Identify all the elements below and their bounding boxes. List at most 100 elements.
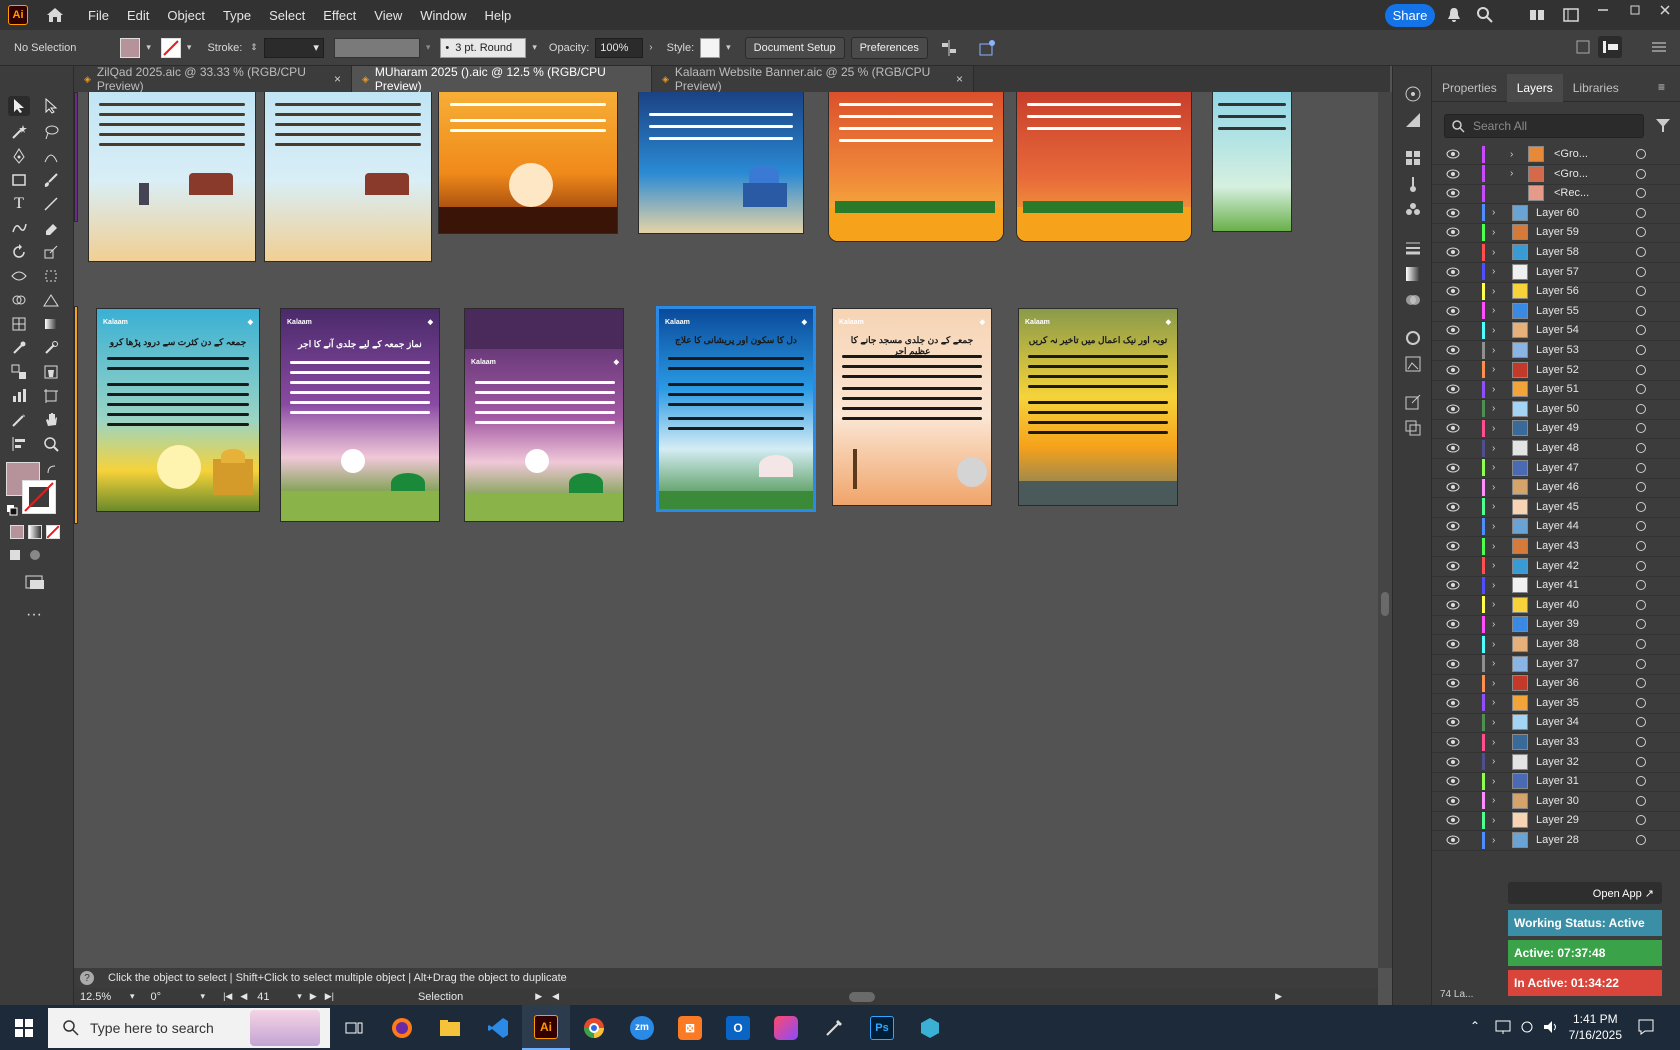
layer-target-icon[interactable] — [1636, 403, 1646, 414]
start-button[interactable] — [0, 1005, 48, 1050]
expand-chevron-icon[interactable]: › — [1492, 815, 1495, 826]
brushes-icon[interactable] — [1403, 174, 1423, 194]
expand-chevron-icon[interactable]: › — [1492, 305, 1495, 316]
layer-target-icon[interactable] — [1636, 345, 1646, 355]
sublayer-row[interactable]: › <Gro... — [1432, 164, 1680, 185]
menu-help[interactable]: Help — [484, 8, 511, 23]
layer-name[interactable]: Layer 44 — [1536, 520, 1579, 532]
tab-kalaam-banner[interactable]: ◈ Kalaam Website Banner.aic @ 25 % (RGB/… — [652, 65, 974, 93]
panel-menu-icon[interactable]: ≡ — [1658, 80, 1665, 94]
expand-chevron-icon[interactable]: › — [1492, 619, 1495, 630]
expand-chevron-icon[interactable]: › — [1492, 364, 1495, 375]
direct-selection-tool-icon[interactable] — [40, 96, 62, 116]
layer-name[interactable]: Layer 57 — [1536, 266, 1579, 278]
swap-fill-stroke-icon[interactable] — [46, 464, 58, 476]
preferences-button[interactable]: Preferences — [850, 36, 928, 59]
layer-target-icon[interactable] — [1636, 658, 1646, 669]
magic-wand-tool-icon[interactable] — [8, 122, 30, 142]
visibility-eye-icon[interactable] — [1446, 737, 1460, 747]
close-window-icon[interactable] — [1658, 3, 1676, 21]
panel-menu-icon[interactable] — [1650, 38, 1668, 56]
layer-name[interactable]: Layer 32 — [1536, 756, 1579, 768]
tab-libraries[interactable]: Libraries — [1563, 74, 1629, 102]
layer-name[interactable]: Layer 59 — [1536, 226, 1579, 238]
visibility-eye-icon[interactable] — [1446, 227, 1460, 237]
expand-chevron-icon[interactable]: › — [1492, 835, 1495, 846]
layer-row[interactable]: › Layer 55 — [1432, 301, 1680, 322]
minimize-window-icon[interactable] — [1596, 3, 1614, 21]
layer-target-icon[interactable] — [1636, 815, 1646, 826]
layer-name[interactable]: <Gro... — [1554, 168, 1588, 180]
recolor-artwork-icon[interactable] — [978, 39, 996, 57]
artboard[interactable] — [264, 92, 432, 262]
visibility-eye-icon[interactable] — [1446, 267, 1460, 277]
expand-chevron-icon[interactable]: › — [1510, 168, 1513, 179]
pen-tool-icon[interactable] — [8, 146, 30, 166]
layer-target-icon[interactable] — [1636, 168, 1646, 179]
expand-chevron-icon[interactable]: › — [1492, 521, 1495, 532]
sync-icon[interactable] — [1518, 1018, 1536, 1036]
draw-behind-icon[interactable] — [28, 548, 44, 562]
layer-row[interactable]: › Layer 58 — [1432, 242, 1680, 263]
layer-target-icon[interactable] — [1636, 247, 1646, 257]
layer-name[interactable]: <Rec... — [1554, 187, 1589, 199]
layer-target-icon[interactable] — [1636, 560, 1646, 571]
visibility-eye-icon[interactable] — [1446, 796, 1460, 806]
visibility-eye-icon[interactable] — [1446, 384, 1460, 394]
photoshop-icon[interactable]: Ps — [858, 1005, 906, 1050]
stroke-weight-input[interactable]: ▾ — [263, 37, 324, 58]
expand-chevron-icon[interactable]: › — [1492, 247, 1495, 258]
layer-target-icon[interactable] — [1636, 521, 1646, 532]
profile-dropdown-chevron-icon[interactable]: ▾ — [426, 42, 431, 53]
expand-chevron-icon[interactable]: › — [1492, 403, 1495, 414]
layer-name[interactable]: Layer 45 — [1536, 501, 1579, 513]
canvas[interactable]: Kalaam ◆ جمعہ کے دن کثرت سے درود پڑھا کرو… — [74, 92, 1378, 968]
layer-name[interactable]: Layer 33 — [1536, 736, 1579, 748]
visibility-eye-icon[interactable] — [1446, 698, 1460, 708]
vscode-icon[interactable] — [474, 1005, 522, 1050]
artboard[interactable] — [828, 92, 1004, 242]
expand-chevron-icon[interactable]: › — [1492, 756, 1495, 767]
task-view-icon[interactable] — [330, 1005, 378, 1050]
visibility-eye-icon[interactable] — [1446, 815, 1460, 825]
restore-window-icon[interactable] — [1628, 3, 1646, 21]
mesh-tool-icon[interactable] — [8, 314, 30, 334]
expand-chevron-icon[interactable]: › — [1492, 737, 1495, 748]
layer-target-icon[interactable] — [1636, 207, 1646, 218]
image-trace-icon[interactable] — [1403, 354, 1423, 374]
scrollbar-thumb[interactable] — [1381, 592, 1389, 616]
layer-row[interactable]: › Layer 30 — [1432, 791, 1680, 812]
layer-name[interactable]: Layer 37 — [1536, 658, 1579, 670]
expand-chevron-icon[interactable]: › — [1492, 207, 1495, 218]
layer-row[interactable]: › Layer 57 — [1432, 262, 1680, 283]
expand-chevron-icon[interactable]: › — [1492, 697, 1495, 708]
artboard-number[interactable]: 41 — [257, 991, 297, 1003]
artboard[interactable]: Kalaam ◆ دل کا سکون اور پریشانی کا علاج — [656, 306, 816, 512]
layer-row[interactable]: › Layer 60 — [1432, 203, 1680, 224]
horizontal-scrollbar-thumb[interactable] — [849, 991, 876, 1002]
layer-target-icon[interactable] — [1636, 325, 1646, 336]
screen-mode-icon[interactable] — [24, 574, 46, 590]
visibility-eye-icon[interactable] — [1446, 188, 1460, 198]
visibility-eye-icon[interactable] — [1446, 776, 1460, 786]
firefox-icon[interactable] — [378, 1005, 426, 1050]
artboard-tool-icon[interactable] — [40, 386, 62, 406]
layer-target-icon[interactable] — [1636, 697, 1646, 708]
layer-target-icon[interactable] — [1636, 776, 1646, 787]
layer-target-icon[interactable] — [1636, 599, 1646, 610]
style-dropdown-chevron-icon[interactable]: ▾ — [726, 42, 731, 53]
layer-row[interactable]: › Layer 35 — [1432, 693, 1680, 714]
xampp-icon[interactable]: ⊠ — [666, 1005, 714, 1050]
measure-tool-icon[interactable] — [40, 338, 62, 358]
network-icon[interactable] — [1494, 1018, 1512, 1036]
layer-row[interactable]: › Layer 28 — [1432, 830, 1680, 851]
artboard-dropdown-chevron-icon[interactable]: ▾ — [297, 991, 302, 1002]
align-icon[interactable] — [940, 39, 958, 57]
tab-muharam[interactable]: ◈ MUharam 2025 ().aic @ 12.5 % (RGB/CPU … — [352, 65, 652, 93]
visibility-eye-icon[interactable] — [1446, 325, 1460, 335]
zoom-tool-icon[interactable] — [40, 434, 62, 454]
layer-row[interactable]: › Layer 50 — [1432, 399, 1680, 420]
visibility-eye-icon[interactable] — [1446, 541, 1460, 551]
first-artboard-icon[interactable]: |◀ — [223, 991, 232, 1002]
visibility-eye-icon[interactable] — [1446, 149, 1460, 159]
